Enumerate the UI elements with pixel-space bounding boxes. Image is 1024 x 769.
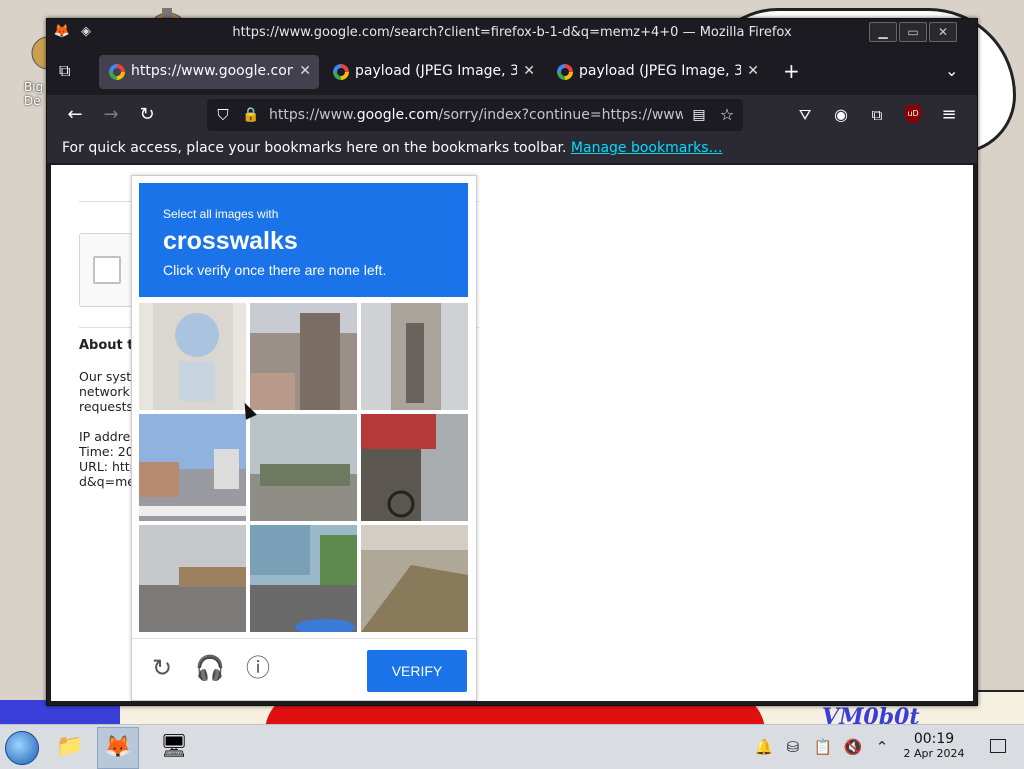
challenge-footer: ↻ 🎧 ⓘ VERIFY	[132, 638, 476, 701]
recaptcha-checkbox[interactable]	[93, 256, 121, 284]
firefox-view-button[interactable]: ⧉	[59, 61, 70, 81]
clock-time: 00:19	[913, 731, 955, 747]
clock[interactable]: 00:19 2 Apr 2024	[900, 731, 968, 760]
bookmark-star-icon[interactable]: ☆	[715, 103, 739, 127]
window-title: https://www.google.com/search?client=fir…	[232, 25, 792, 40]
recaptcha-challenge: Select all images with crosswalks Click …	[131, 175, 477, 701]
forward-button[interactable]: →	[99, 103, 123, 127]
navigation-toolbar: ← → ↻ ⛉ 🔒 https://www.google.com/sorry/i…	[47, 95, 977, 135]
file-manager-icon[interactable]: 📁	[50, 727, 90, 767]
tab-google[interactable]: https://www.google.com/ ✕	[99, 55, 319, 89]
close-window-button[interactable]: ✕	[929, 22, 957, 42]
chevron-up-icon[interactable]: ⌃	[872, 737, 892, 757]
reload-icon: ↻	[139, 104, 155, 125]
firefox-taskbar-icon[interactable]: 🦊	[97, 727, 139, 769]
clipboard-icon[interactable]: 📋	[813, 737, 833, 757]
back-arrow-icon: ←	[67, 104, 83, 125]
tab-payload-1[interactable]: payload (JPEG Image, 30 ✕	[323, 55, 543, 89]
manage-bookmarks-link[interactable]: Manage bookmarks…	[571, 140, 723, 156]
maximize-icon: ▭	[907, 25, 919, 39]
taskbar: 📁 🦊 🖥 🔔 ⛁ 📋 🔇 ⌃ 00:19 2 Apr 2024	[0, 724, 1024, 769]
google-favicon-icon	[109, 64, 125, 80]
close-icon: ✕	[937, 25, 949, 39]
tile-1[interactable]	[250, 303, 357, 410]
menu-icon[interactable]: ≡	[937, 103, 961, 127]
bookmarks-message-text: For quick access, place your bookmarks h…	[62, 140, 571, 156]
firefox-window: 🦊 ◈ https://www.google.com/search?client…	[46, 18, 978, 706]
instruction-target: crosswalks	[163, 227, 298, 255]
list-all-tabs-button[interactable]: ⌄	[945, 61, 958, 80]
url-text[interactable]: https://www.google.com/sorry/index?conti…	[269, 107, 683, 123]
url-prefix: https://www.	[269, 107, 357, 123]
network-icon[interactable]: ⛁	[783, 737, 803, 757]
tile-0[interactable]	[139, 303, 246, 410]
firefox-view-icon: ⧉	[59, 61, 71, 80]
info-icon[interactable]: ⓘ	[243, 653, 273, 683]
reload-button[interactable]: ↻	[135, 103, 159, 127]
minimize-icon: ▁	[878, 25, 888, 39]
tile-5[interactable]	[361, 414, 468, 521]
system-settings-icon[interactable]: 🖥	[154, 727, 194, 767]
chevron-down-icon: ⌄	[945, 61, 959, 80]
start-menu-icon[interactable]	[5, 731, 39, 765]
tab-strip: ⧉ https://www.google.com/ ✕ payload (JPE…	[47, 49, 977, 93]
url-bar[interactable]: ⛉ 🔒 https://www.google.com/sorry/index?c…	[207, 99, 743, 131]
account-icon[interactable]: ◉	[829, 103, 853, 127]
url-path: /sorry/index?continue=https://www	[438, 107, 683, 123]
desktop-icon-label[interactable]: Big De	[24, 80, 43, 108]
title-bar[interactable]: 🦊 ◈ https://www.google.com/search?client…	[47, 19, 977, 47]
tile-2[interactable]	[361, 303, 468, 410]
tab-close-icon[interactable]: ✕	[299, 63, 311, 79]
tab-label: payload (JPEG Image, 30	[355, 63, 517, 79]
tab-label: https://www.google.com/	[131, 63, 293, 79]
tab-close-icon[interactable]: ✕	[747, 63, 759, 79]
bookmarks-toolbar: For quick access, place your bookmarks h…	[47, 135, 977, 163]
lock-icon[interactable]: 🔒	[239, 103, 263, 127]
instruction-sub: Click verify once there are none left.	[163, 262, 387, 278]
shield-icon[interactable]: ⛉	[211, 103, 235, 127]
instruction-small: Select all images with	[163, 207, 279, 221]
maximize-button[interactable]: ▭	[899, 22, 927, 42]
tile-6[interactable]	[139, 525, 246, 632]
forward-arrow-icon: →	[103, 104, 119, 125]
bookmarks-message: For quick access, place your bookmarks h…	[62, 140, 722, 156]
tile-8[interactable]	[361, 525, 468, 632]
ublock-origin-icon[interactable]: uD	[905, 105, 921, 123]
image-grid	[139, 303, 469, 633]
show-desktop-icon[interactable]	[990, 739, 1006, 753]
tab-close-icon[interactable]: ✕	[523, 63, 535, 79]
google-favicon-icon	[557, 64, 573, 80]
clock-date: 2 Apr 2024	[903, 747, 965, 760]
verify-button[interactable]: VERIFY	[367, 650, 467, 692]
page-content: About th Our syste network. requests IP …	[51, 165, 973, 701]
tile-7[interactable]	[250, 525, 357, 632]
google-favicon-icon	[333, 64, 349, 80]
tile-4[interactable]	[250, 414, 357, 521]
tab-label: payload (JPEG Image, 30	[579, 63, 741, 79]
plus-icon: +	[783, 59, 800, 83]
audio-challenge-icon[interactable]: 🎧	[195, 653, 225, 683]
extensions-icon[interactable]: ⧉	[865, 103, 889, 127]
tile-3[interactable]	[139, 414, 246, 521]
minimize-button[interactable]: ▁	[869, 22, 897, 42]
reload-challenge-icon[interactable]: ↻	[147, 653, 177, 683]
back-button[interactable]: ←	[63, 103, 87, 127]
tab-payload-2[interactable]: payload (JPEG Image, 30 ✕	[547, 55, 767, 89]
volume-muted-icon[interactable]: 🔇	[843, 737, 863, 757]
challenge-header: Select all images with crosswalks Click …	[139, 183, 468, 297]
pocket-icon[interactable]: ⛛	[793, 103, 817, 127]
reader-view-icon[interactable]: ▤	[687, 103, 711, 127]
url-domain: google.com	[356, 107, 439, 123]
new-tab-button[interactable]: +	[783, 59, 800, 83]
notifications-icon[interactable]: 🔔	[754, 737, 774, 757]
